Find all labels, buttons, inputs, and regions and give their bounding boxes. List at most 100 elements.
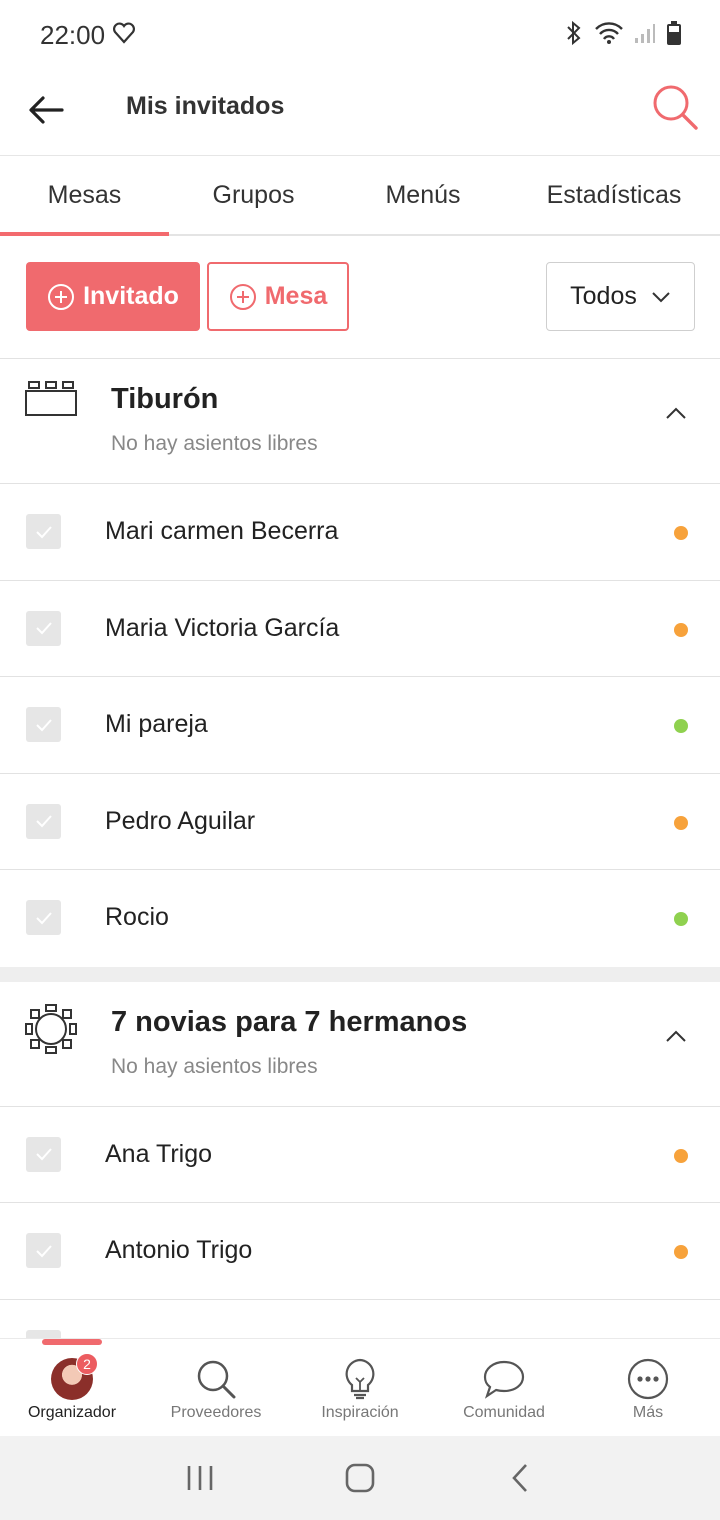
chat-bubble-icon [482, 1357, 526, 1401]
status-dot [674, 912, 688, 926]
lightbulb-icon [338, 1357, 382, 1401]
add-guest-button[interactable]: Invitado [26, 262, 200, 331]
status-dot [674, 1148, 688, 1163]
guest-row[interactable]: Maria Victoria García [0, 581, 720, 677]
filter-dropdown[interactable]: Todos [546, 262, 695, 331]
active-indicator [42, 1339, 102, 1345]
guest-name: Mi pareja [105, 710, 208, 738]
checkbox[interactable] [26, 1136, 61, 1172]
guest-row[interactable]: Mari carmen Becerra [0, 484, 720, 581]
guest-row-partial[interactable] [0, 1300, 720, 1338]
check-icon [35, 1148, 52, 1161]
status-bar: 22:00 [0, 0, 720, 70]
section-divider [0, 966, 720, 982]
tab-estadisticas[interactable]: Estadísticas [508, 157, 720, 234]
check-icon [35, 911, 52, 924]
recent-apps-icon [187, 1466, 213, 1490]
status-dot [674, 719, 688, 733]
add-guest-label: Invitado [83, 282, 179, 310]
tab-menus[interactable]: Menús [338, 157, 508, 234]
home-button[interactable] [335, 1453, 385, 1503]
checkbox[interactable] [26, 610, 61, 646]
chevron-up-icon[interactable] [658, 395, 694, 431]
guest-row[interactable]: Antonio Trigo [0, 1203, 720, 1300]
guest-row[interactable]: Pedro Aguilar [0, 774, 720, 870]
tab-bar: Mesas Grupos Menús Estadísticas [0, 157, 720, 236]
plus-circle-icon [229, 283, 256, 310]
filter-value: Todos [570, 282, 637, 310]
nav-label: Comunidad [463, 1404, 545, 1421]
more-icon [626, 1357, 670, 1401]
table-seats-status: No hay asientos libres [111, 432, 318, 455]
checkbox[interactable] [26, 1233, 61, 1268]
guest-name: Mari carmen Becerra [105, 517, 339, 545]
status-icons [564, 20, 682, 51]
checkbox[interactable] [26, 900, 61, 935]
guest-name: Antonio Trigo [105, 1236, 253, 1264]
checkbox[interactable] [26, 1329, 61, 1338]
bottom-nav: 2 Organizador Proveedores Inspiración Co… [0, 1338, 720, 1436]
guest-name: Pedro Aguilar [105, 806, 256, 835]
wifi-icon [594, 21, 624, 50]
add-table-button[interactable]: Mesa [207, 262, 349, 331]
check-icon [35, 1244, 52, 1257]
nav-proveedores[interactable]: Proveedores [144, 1339, 288, 1437]
tab-grupos[interactable]: Grupos [169, 157, 338, 234]
checkbox[interactable] [26, 803, 61, 839]
chevron-up-icon[interactable] [658, 1018, 694, 1054]
table-group-header[interactable]: Tiburón No hay asientos libres [0, 359, 720, 484]
nav-label: Más [632, 1404, 664, 1421]
tables-list: Tiburón No hay asientos libres Mari carm… [0, 358, 720, 1338]
plus-circle-icon [48, 283, 75, 310]
check-icon [35, 815, 52, 828]
tab-mesas[interactable]: Mesas [0, 157, 169, 236]
nav-inspiracion[interactable]: Inspiración [288, 1339, 432, 1437]
system-nav-bar [0, 1436, 720, 1520]
arrow-left-icon [29, 96, 64, 124]
table-name: 7 novias para 7 hermanos [111, 1005, 468, 1038]
page-title: Mis invitados [126, 92, 285, 120]
system-back-button[interactable] [495, 1453, 545, 1503]
app-bar: Mis invitados [0, 70, 720, 156]
guest-name: Rocio [105, 903, 169, 931]
heart-icon [112, 22, 136, 49]
guest-row[interactable]: Mi pareja [0, 677, 720, 774]
search-icon [194, 1357, 238, 1401]
action-bar: Invitado Mesa Todos [0, 262, 720, 332]
round-table-icon [25, 1003, 77, 1059]
guest-name: Ana Trigo [105, 1139, 213, 1168]
check-icon [35, 525, 52, 538]
nav-comunidad[interactable]: Comunidad [432, 1339, 576, 1437]
nav-mas[interactable]: Más [576, 1339, 720, 1437]
status-dot [674, 622, 688, 637]
guest-row[interactable]: Ana Trigo [0, 1107, 720, 1203]
guest-row[interactable]: Rocio [0, 870, 720, 967]
nav-organizador[interactable]: 2 Organizador [0, 1339, 144, 1437]
search-button[interactable] [648, 80, 702, 134]
table-seats-status: No hay asientos libres [111, 1054, 318, 1078]
checkbox[interactable] [26, 707, 61, 742]
nav-label: Proveedores [170, 1404, 262, 1421]
rectangular-table-icon [25, 381, 77, 422]
nav-label: Inspiración [321, 1404, 399, 1421]
recent-apps-button[interactable] [175, 1453, 225, 1503]
status-dot [674, 526, 688, 540]
status-time: 22:00 [40, 20, 106, 50]
chevron-left-icon [512, 1464, 527, 1492]
table-group-header[interactable]: 7 novias para 7 hermanos No hay asientos… [0, 982, 720, 1107]
chevron-down-icon [652, 291, 670, 302]
status-dot [674, 1245, 688, 1259]
home-icon [345, 1463, 375, 1493]
add-table-label: Mesa [264, 282, 328, 310]
search-icon [653, 85, 698, 130]
battery-icon [666, 20, 682, 51]
check-icon [35, 622, 52, 635]
guest-name: Maria Victoria García [105, 613, 340, 642]
notification-badge: 2 [76, 1353, 98, 1375]
status-dot [674, 815, 688, 830]
table-name: Tiburón [111, 383, 219, 415]
checkbox[interactable] [26, 514, 61, 549]
signal-icon [634, 22, 656, 49]
back-button[interactable] [24, 88, 68, 132]
bluetooth-icon [564, 20, 584, 51]
